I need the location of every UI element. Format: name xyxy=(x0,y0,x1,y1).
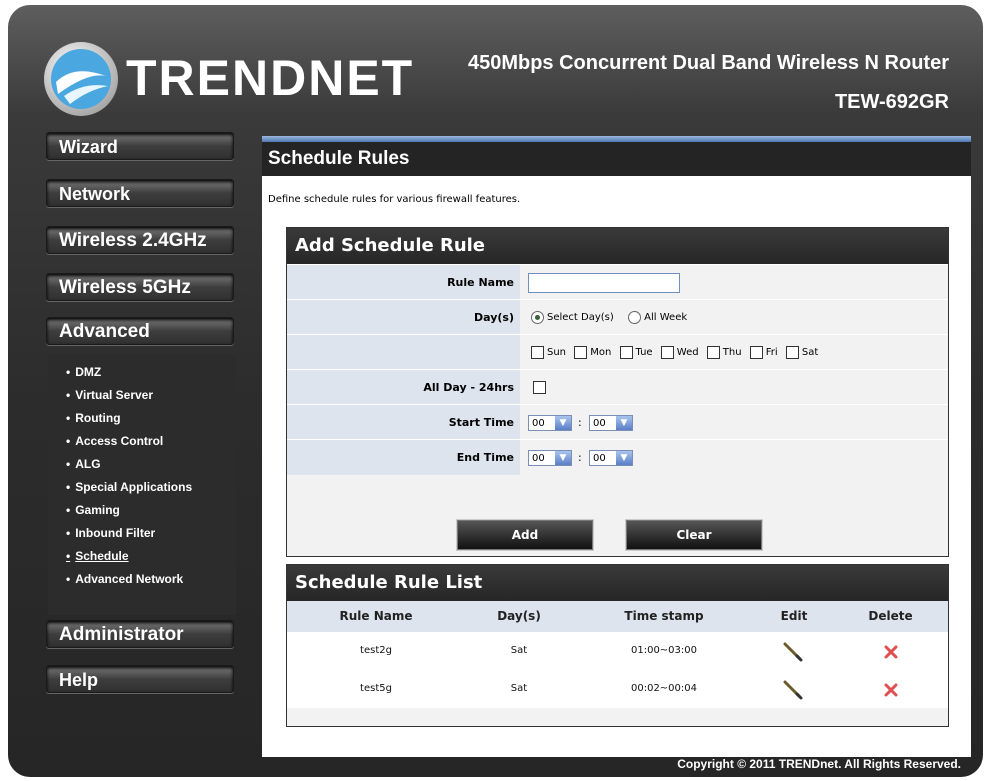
select-days-label: Select Day(s) xyxy=(547,312,614,323)
rule-name-label: Rule Name xyxy=(287,265,520,300)
chevron-down-icon: ▼ xyxy=(555,416,571,430)
column-days: Day(s) xyxy=(497,609,541,623)
submenu-item-schedule[interactable]: Schedule xyxy=(66,549,128,563)
day-fri-checkbox[interactable]: Fri xyxy=(749,335,778,370)
end-hour-select[interactable]: 00 ▼ xyxy=(528,450,572,466)
edit-pencil-icon[interactable] xyxy=(783,642,803,662)
day-checkboxes: Sun Mon Tue Wed Thu Fri Sat xyxy=(531,335,823,370)
rule-name-cell: test5g xyxy=(360,683,392,694)
rule-name-input[interactable] xyxy=(528,273,680,293)
start-time-row: Start Time 00 ▼ : 00 ▼ xyxy=(287,404,948,440)
submenu-item-virtual-server[interactable]: Virtual Server xyxy=(66,388,153,402)
column-time-stamp: Time stamp xyxy=(624,609,704,623)
nav-help-button[interactable]: Help xyxy=(46,665,234,693)
day-wed-checkbox[interactable]: Wed xyxy=(660,335,699,370)
delete-x-icon[interactable] xyxy=(884,645,898,659)
delete-x-icon[interactable] xyxy=(884,683,898,697)
rule-name-cell: test2g xyxy=(360,645,392,656)
days-mode-group: Select Day(s) All Week xyxy=(531,300,687,335)
nav-wireless-5-button[interactable]: Wireless 5GHz xyxy=(46,273,234,301)
clear-button[interactable]: Clear xyxy=(626,520,762,550)
nav-network-button[interactable]: Network xyxy=(46,179,234,207)
add-rule-title: Add Schedule Rule xyxy=(287,228,948,264)
day-checkbox-label-cell xyxy=(287,335,520,370)
edit-pencil-icon[interactable] xyxy=(783,680,803,700)
nav-wizard-button[interactable]: Wizard xyxy=(46,132,234,160)
page-description: Define schedule rules for various firewa… xyxy=(268,194,521,205)
rule-name-row: Rule Name xyxy=(287,264,948,300)
time-stamp-cell: 00:02~00:04 xyxy=(630,683,697,694)
end-time-row: End Time 00 ▼ : 00 ▼ xyxy=(287,439,948,475)
nav-administrator-button[interactable]: Administrator xyxy=(46,620,234,648)
add-schedule-rule-panel: Add Schedule Rule Rule Name Day(s) Selec… xyxy=(286,227,949,557)
start-time-colon: : xyxy=(578,416,582,429)
days-cell: Sat xyxy=(510,645,528,656)
select-days-radio[interactable] xyxy=(531,310,544,324)
copyright-text: Copyright © 2011 TRENDnet. All Rights Re… xyxy=(677,757,961,771)
chevron-down-icon: ▼ xyxy=(616,416,632,430)
main-content: Schedule Rules Define schedule rules for… xyxy=(262,136,971,757)
submenu-item-routing[interactable]: Routing xyxy=(66,411,120,425)
chevron-down-icon: ▼ xyxy=(555,451,571,465)
rule-list-header: Rule Name Day(s) Time stamp Edit Delete xyxy=(287,601,948,632)
column-rule-name: Rule Name xyxy=(339,609,413,623)
product-title: 450Mbps Concurrent Dual Band Wireless N … xyxy=(467,52,949,74)
days-row: Day(s) Select Day(s) All Week xyxy=(287,299,948,335)
schedule-rule-list-panel: Schedule Rule List Rule Name Day(s) Time… xyxy=(286,564,949,727)
day-tue-checkbox[interactable]: Tue xyxy=(619,335,653,370)
days-cell: Sat xyxy=(510,683,528,694)
nav-advanced-button[interactable]: Advanced xyxy=(46,317,234,345)
submenu-item-alg[interactable]: ALG xyxy=(66,457,100,471)
start-time-label: Start Time xyxy=(287,405,520,440)
all-day-label: All Day - 24hrs xyxy=(287,370,520,405)
day-sun-checkbox[interactable]: Sun xyxy=(531,335,566,370)
submenu-item-access-control[interactable]: Access Control xyxy=(66,434,163,448)
all-week-radio[interactable] xyxy=(628,310,642,324)
day-sat-checkbox[interactable]: Sat xyxy=(785,335,818,370)
start-minute-select[interactable]: 00 ▼ xyxy=(589,415,633,431)
page-title: Schedule Rules xyxy=(262,142,971,176)
nav-wireless-24-button[interactable]: Wireless 2.4GHz xyxy=(46,226,234,254)
days-label: Day(s) xyxy=(287,300,520,335)
column-delete: Delete xyxy=(868,609,913,623)
end-time-label: End Time xyxy=(287,440,520,475)
start-hour-select[interactable]: 00 ▼ xyxy=(528,415,572,431)
all-day-checkbox[interactable] xyxy=(533,380,546,394)
rule-list-title: Schedule Rule List xyxy=(287,565,948,601)
advanced-submenu: DMZ Virtual Server Routing Access Contro… xyxy=(48,355,236,615)
submenu-item-inbound-filter[interactable]: Inbound Filter xyxy=(66,526,155,540)
table-row: test2g Sat 01:00~03:00 xyxy=(287,632,948,670)
end-time-colon: : xyxy=(578,451,582,464)
time-stamp-cell: 01:00~03:00 xyxy=(630,645,697,656)
trendnet-logo-icon xyxy=(44,42,118,116)
submenu-item-dmz[interactable]: DMZ xyxy=(66,365,101,379)
chevron-down-icon: ▼ xyxy=(616,451,632,465)
all-week-label: All Week xyxy=(644,312,688,323)
add-button[interactable]: Add xyxy=(457,520,593,550)
model-number: TEW-692GR xyxy=(834,91,949,113)
brand-name: TRENDNET xyxy=(126,50,415,106)
column-edit: Edit xyxy=(780,609,808,623)
submenu-item-gaming[interactable]: Gaming xyxy=(66,503,120,517)
day-thu-checkbox[interactable]: Thu xyxy=(706,335,742,370)
end-minute-select[interactable]: 00 ▼ xyxy=(589,450,633,466)
app-frame: TRENDNET 450Mbps Concurrent Dual Band Wi… xyxy=(8,5,983,777)
day-mon-checkbox[interactable]: Mon xyxy=(574,335,611,370)
day-checkbox-row: Sun Mon Tue Wed Thu Fri Sat xyxy=(287,334,948,370)
table-row: test5g Sat 00:02~00:04 xyxy=(287,670,948,708)
submenu-item-advanced-network[interactable]: Advanced Network xyxy=(66,572,183,586)
submenu-item-special-applications[interactable]: Special Applications xyxy=(66,480,192,494)
all-day-row: All Day - 24hrs xyxy=(287,369,948,405)
